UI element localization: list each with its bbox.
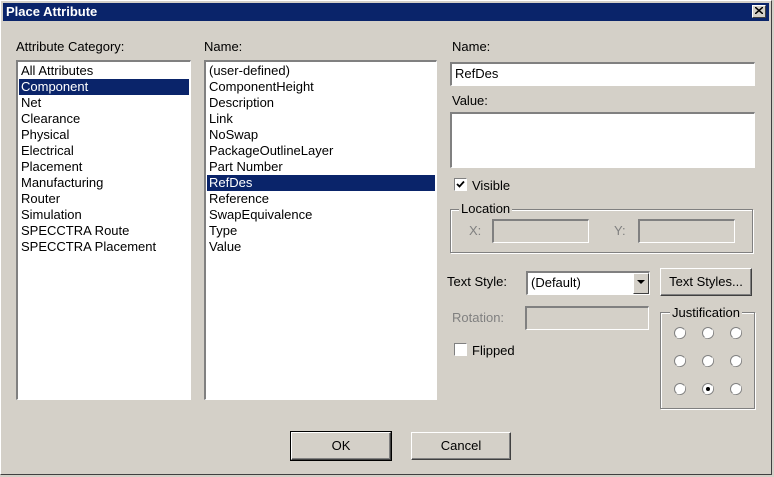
name-input[interactable]: RefDes	[450, 62, 755, 86]
text-styles-button[interactable]: Text Styles...	[660, 268, 752, 296]
list-item[interactable]: SPECCTRA Placement	[19, 239, 189, 255]
justification-radio-top-left[interactable]	[674, 327, 686, 339]
visible-label: Visible	[472, 178, 511, 193]
flipped-label: Flipped	[472, 343, 515, 358]
checkmark-icon	[456, 180, 465, 188]
text-style-label: Text Style:	[447, 274, 507, 289]
justification-radio-middle-left[interactable]	[674, 355, 686, 367]
list-item[interactable]: Component	[19, 79, 189, 95]
list-item[interactable]: Clearance	[19, 111, 189, 127]
name-field-label: Name:	[452, 39, 491, 54]
attribute-category-items: All Attributes Component Net Clearance Physi…	[19, 63, 189, 255]
chevron-down-icon	[637, 280, 645, 284]
x-label: X:	[469, 223, 482, 238]
attribute-name-list[interactable]: (user-defined) ComponentHeight Description…	[204, 60, 437, 400]
justification-radio-middle-center[interactable]	[702, 355, 714, 367]
visible-checkbox[interactable]	[454, 178, 467, 191]
title-bar[interactable]: Place Attribute	[3, 3, 769, 21]
text-style-select[interactable]: (Default)	[526, 271, 650, 295]
list-item[interactable]: RefDes	[207, 175, 435, 191]
list-item[interactable]: Router	[19, 191, 189, 207]
list-item[interactable]: Link	[207, 111, 435, 127]
list-item[interactable]: Physical	[19, 127, 189, 143]
text-style-value: (Default)	[531, 275, 581, 290]
list-item[interactable]: SPECCTRA Route	[19, 223, 189, 239]
list-item[interactable]: All Attributes	[19, 63, 189, 79]
window-title: Place Attribute	[6, 4, 98, 19]
name-input-value: RefDes	[455, 66, 499, 81]
attribute-name-items: (user-defined) ComponentHeight Description…	[207, 63, 435, 255]
list-item[interactable]: Type	[207, 223, 435, 239]
justification-radio-bottom-right[interactable]	[730, 383, 742, 395]
list-item[interactable]: Electrical	[19, 143, 189, 159]
y-input[interactable]	[638, 219, 735, 243]
rotation-label: Rotation:	[452, 310, 505, 325]
justification-radio-top-right[interactable]	[730, 327, 742, 339]
value-field-label: Value:	[452, 93, 488, 108]
location-group-label: Location	[459, 201, 513, 216]
name-list-label: Name:	[204, 39, 243, 54]
dropdown-arrow-button[interactable]	[633, 273, 649, 294]
value-input[interactable]	[450, 112, 755, 168]
close-button[interactable]	[752, 5, 766, 18]
close-icon	[755, 7, 763, 14]
list-item[interactable]: Simulation	[19, 207, 189, 223]
justification-radio-top-center[interactable]	[702, 327, 714, 339]
place-attribute-dialog: Place Attribute Attribute Category: All …	[0, 0, 772, 475]
y-label: Y:	[614, 223, 626, 238]
rotation-input[interactable]	[525, 306, 649, 330]
x-input[interactable]	[492, 219, 589, 243]
justification-radio-bottom-left[interactable]	[674, 383, 686, 395]
list-item[interactable]: NoSwap	[207, 127, 435, 143]
list-item[interactable]: Reference	[207, 191, 435, 207]
list-item[interactable]: (user-defined)	[207, 63, 435, 79]
list-item[interactable]: Manufacturing	[19, 175, 189, 191]
attribute-category-list[interactable]: All Attributes Component Net Clearance Physi…	[16, 60, 191, 400]
list-item[interactable]: Part Number	[207, 159, 435, 175]
list-item[interactable]: Value	[207, 239, 435, 255]
ok-button[interactable]: OK	[290, 431, 392, 461]
list-item[interactable]: ComponentHeight	[207, 79, 435, 95]
list-item[interactable]: SwapEquivalence	[207, 207, 435, 223]
attribute-category-label: Attribute Category:	[16, 39, 125, 54]
justification-radio-middle-right[interactable]	[730, 355, 742, 367]
list-item[interactable]: Net	[19, 95, 189, 111]
justification-group-label: Justification	[670, 305, 742, 320]
list-item[interactable]: Placement	[19, 159, 189, 175]
list-item[interactable]: Description	[207, 95, 435, 111]
flipped-checkbox[interactable]	[454, 343, 467, 356]
cancel-button[interactable]: Cancel	[411, 432, 511, 460]
justification-radio-bottom-center[interactable]	[702, 383, 714, 395]
list-item[interactable]: PackageOutlineLayer	[207, 143, 435, 159]
